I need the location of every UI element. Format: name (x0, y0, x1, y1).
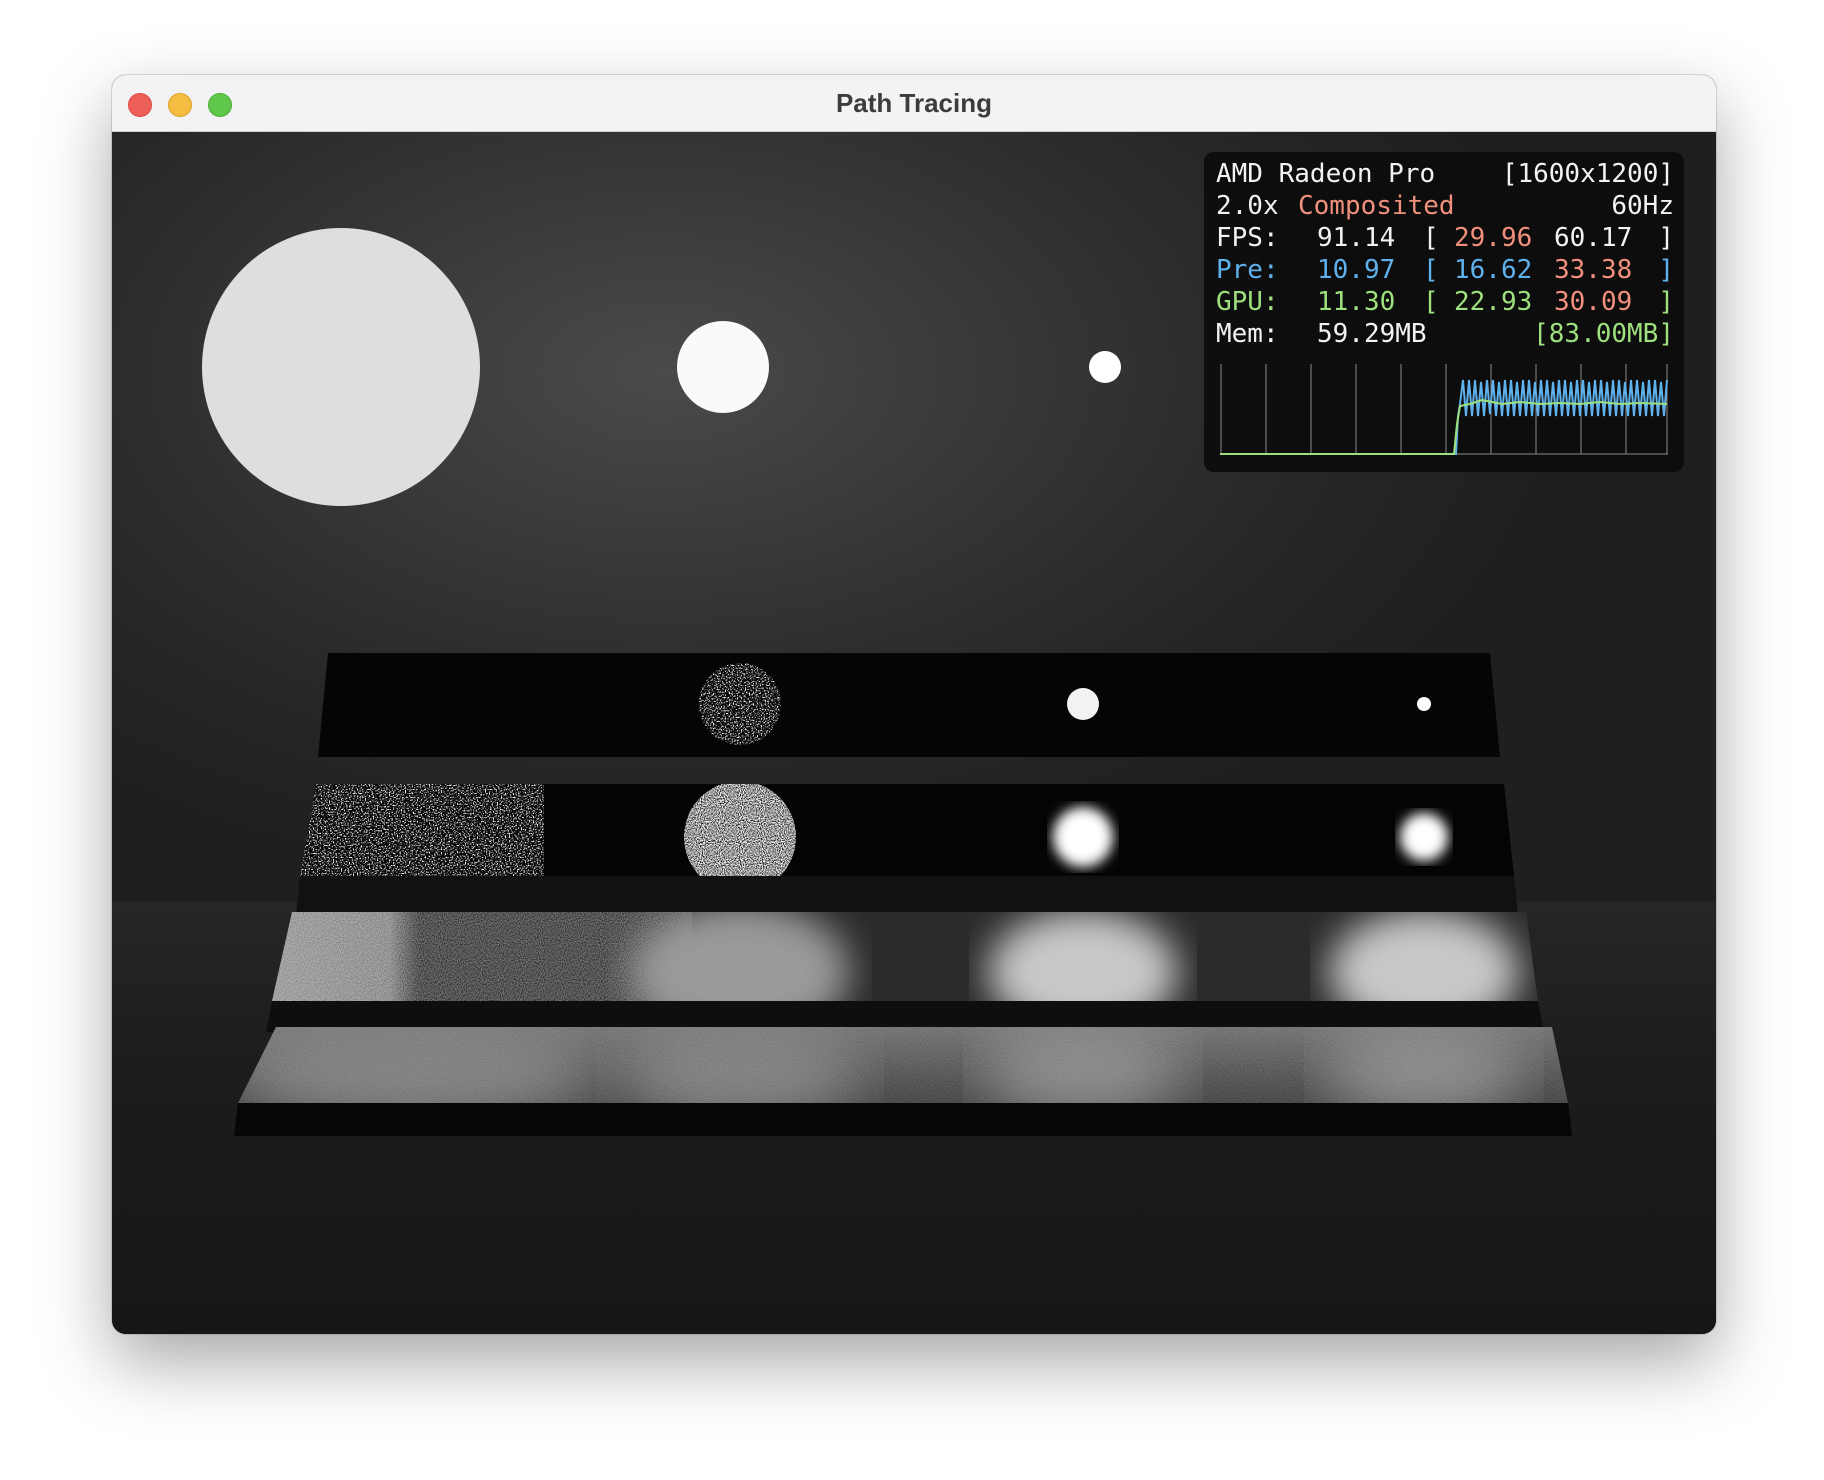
hud-gpu-value: 11.30 (1317, 287, 1396, 317)
hud-mem-label: Mem: (1216, 319, 1279, 349)
window-title: Path Tracing (835, 88, 993, 118)
light-sphere-small (1089, 351, 1121, 383)
hud-mem-value: 59.29MB (1317, 319, 1427, 349)
glossy-plate-1 (318, 653, 1500, 757)
glossy-plate-3 (266, 912, 1544, 1032)
frame-time-graph (1220, 364, 1668, 455)
hud-gpu-bracket-open: [ (1423, 287, 1439, 317)
hud-fps-max: 60.17 (1554, 223, 1633, 253)
hud-gpu-name: AMD Radeon Pro (1216, 159, 1436, 189)
hud-resolution: [1600x1200] (1501, 159, 1674, 189)
hud-pre-bracket-open: [ (1423, 255, 1439, 285)
hud-scale: 2.0x (1216, 191, 1279, 221)
hud-fps-value: 91.14 (1317, 223, 1396, 253)
hud-fps-min: 29.96 (1454, 223, 1533, 253)
light-sphere-medium (677, 321, 769, 413)
hud-mode: Composited (1298, 191, 1455, 221)
hud-fps-bracket-close: ] (1658, 223, 1674, 253)
hud-pre-min: 16.62 (1454, 255, 1533, 285)
title-bar[interactable]: Path Tracing (112, 75, 1716, 132)
hud-gpu-label: GPU: (1216, 287, 1279, 317)
hud-fps-bracket-open: [ (1423, 223, 1439, 253)
glossy-plate-2 (296, 784, 1518, 914)
hud-pre-label: Pre: (1216, 255, 1279, 285)
hud-pre-bracket-close: ] (1658, 255, 1674, 285)
hud-refresh: 60Hz (1611, 191, 1674, 221)
light-sphere-large (202, 228, 480, 506)
graph-pre-line (1220, 379, 1668, 455)
hud-gpu-max: 30.09 (1554, 287, 1633, 317)
hud-gpu-min: 22.93 (1454, 287, 1533, 317)
hud-fps-label: FPS: (1216, 223, 1279, 253)
graph-gpu-line (1220, 398, 1668, 455)
hud-pre-max: 33.38 (1554, 255, 1633, 285)
hud-mem-max: [83.00MB] (1533, 319, 1674, 349)
hud-gpu-bracket-close: ] (1658, 287, 1674, 317)
render-viewport[interactable]: AMD Radeon Pro [1600x1200] 2.0x Composit… (112, 132, 1716, 1334)
hud-pre-value: 10.97 (1317, 255, 1396, 285)
performance-hud: AMD Radeon Pro [1600x1200] 2.0x Composit… (1204, 152, 1684, 472)
app-window: Path Tracing AMD Radeon Pro [1600x1200] … (112, 75, 1716, 1334)
